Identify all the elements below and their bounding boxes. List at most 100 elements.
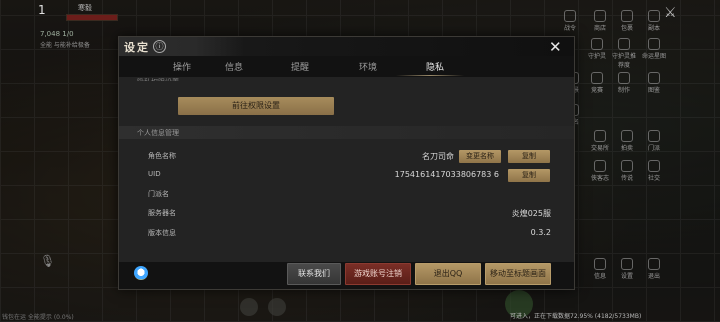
copy-name-button[interactable]: 复制 xyxy=(508,150,550,163)
section-title-permissions: 隐私权限设置 xyxy=(137,77,179,81)
hud-menu-label: 命运星图 xyxy=(641,53,666,60)
hud-menu-item[interactable]: 命运星图 xyxy=(641,38,667,60)
hud-menu-label: 门派 xyxy=(647,145,660,152)
section-band xyxy=(119,126,574,139)
menu-icon xyxy=(621,130,633,142)
settings-tabs: 操作 信息 提醒 环境 隐私 xyxy=(119,58,574,76)
move-to-title-screen-button[interactable]: 移动至标题画面 xyxy=(485,263,551,285)
hud-menu-item[interactable]: 设置 xyxy=(614,258,640,280)
close-button[interactable]: ✕ xyxy=(549,38,562,56)
hud-menu-label: 传说 xyxy=(620,175,633,182)
player-tag: 全能 与能补给极备 xyxy=(40,42,90,49)
hud-menu-item[interactable]: 副本 xyxy=(641,10,667,32)
tab-info[interactable]: 信息 xyxy=(225,60,243,73)
skill-slot-icon[interactable] xyxy=(268,298,286,316)
hud-menu-label: 设置 xyxy=(620,273,633,280)
hud-menu-item[interactable]: 图鉴 xyxy=(641,72,667,94)
role-name-value: 名刀司命 xyxy=(422,152,454,161)
hud-menu-label: 交易所 xyxy=(590,145,609,152)
dialog-header: 设定 ⓘ ✕ xyxy=(119,37,574,56)
settings-dialog: 设定 ⓘ ✕ 操作 信息 提醒 环境 隐私 隐私权限设置 前往权限设置 个人信息… xyxy=(118,36,575,290)
menu-icon xyxy=(648,160,660,172)
hud-menu-item[interactable]: 侠客志 xyxy=(587,160,613,182)
menu-icon xyxy=(591,72,603,84)
player-level: 1 xyxy=(38,3,46,17)
tab-environment[interactable]: 环境 xyxy=(359,60,377,73)
server-name-label: 服务器名 xyxy=(148,209,176,217)
menu-icon xyxy=(621,258,633,270)
uid-label: UID xyxy=(148,170,161,178)
player-stats: 7,048 1/0 xyxy=(40,30,74,38)
menu-icon xyxy=(648,72,660,84)
version-value: 0.3.2 xyxy=(530,228,551,237)
hud-menu-item[interactable]: 商店 xyxy=(587,10,613,32)
hud-menu-label: 守护灵 xyxy=(587,53,606,60)
hud-menu-item[interactable]: 包裹 xyxy=(614,10,640,32)
hud-menu-label: 守护灵推荐度 xyxy=(611,53,636,69)
section-title-personal-info: 个人信息管理 xyxy=(137,129,179,137)
menu-icon xyxy=(621,10,633,22)
hud-menu-label: 图鉴 xyxy=(647,87,660,94)
hud-menu-item[interactable]: 战令 xyxy=(557,10,583,32)
bottom-left-status: 钱包在运 全能提示 (0.0%) xyxy=(2,314,74,321)
menu-icon xyxy=(648,130,660,142)
qq-logo-icon xyxy=(134,266,148,280)
title-banner: 设定 ⓘ xyxy=(119,37,245,56)
dialog-footer: 联系我们 游戏账号注销 退出QQ 移动至标题画面 xyxy=(119,262,574,289)
copy-uid-button[interactable]: 复制 xyxy=(508,169,550,182)
hud-menu-label: 信息 xyxy=(593,273,606,280)
dialog-title: 设定 xyxy=(124,41,150,54)
hud-menu-label: 社交 xyxy=(647,175,660,182)
menu-icon xyxy=(591,38,603,50)
player-health-bar xyxy=(66,14,118,21)
menu-icon xyxy=(648,258,660,270)
download-status: 可进入，正在下载数据72.95% (4182/5733MB) xyxy=(510,313,642,320)
hud-menu-item[interactable]: 制作 xyxy=(611,72,637,94)
menu-icon xyxy=(564,10,576,22)
server-name-value: 炎煌025服 xyxy=(511,209,551,218)
hud-menu-item[interactable]: 退出 xyxy=(641,258,667,280)
microphone-icon[interactable]: 🎙 xyxy=(40,254,55,268)
hud-menu-label: 包裹 xyxy=(620,25,633,32)
hud-menu-item[interactable]: 传说 xyxy=(614,160,640,182)
menu-icon xyxy=(594,130,606,142)
uid-value: 1754161417033806783 6 xyxy=(394,170,499,179)
player-name: 寒毅 xyxy=(78,4,92,12)
hud-menu-item[interactable]: 交易所 xyxy=(587,130,613,152)
hud-menu-item[interactable]: 信息 xyxy=(587,258,613,280)
hud-menu-label: 商店 xyxy=(593,25,606,32)
skill-slot-icon[interactable] xyxy=(240,298,258,316)
menu-icon xyxy=(648,10,660,22)
menu-icon xyxy=(621,160,633,172)
tab-operation[interactable]: 操作 xyxy=(173,60,191,73)
hud-menu-label: 拍卖 xyxy=(620,145,633,152)
hud-menu-label: 副本 xyxy=(647,25,660,32)
hud-menu-label: 竞赛 xyxy=(590,87,603,94)
guild-name-label: 门派名 xyxy=(148,190,169,198)
hud-menu-item[interactable]: 社交 xyxy=(641,160,667,182)
hud-menu-label: 侠客志 xyxy=(590,175,609,182)
tab-privacy[interactable]: 隐私 xyxy=(426,60,444,73)
menu-icon xyxy=(648,38,660,50)
hud-menu-item[interactable]: 守护灵推荐度 xyxy=(611,38,637,69)
hud-menu-item[interactable]: 竞赛 xyxy=(584,72,610,94)
version-label: 版本信息 xyxy=(148,229,176,237)
hud-menu-item[interactable]: 门派 xyxy=(641,130,667,152)
info-icon[interactable]: ⓘ xyxy=(153,40,166,53)
menu-icon xyxy=(594,10,606,22)
menu-icon xyxy=(594,160,606,172)
hud-menu-item[interactable]: 拍卖 xyxy=(614,130,640,152)
menu-icon xyxy=(618,38,630,50)
active-tab-underline xyxy=(396,75,464,76)
contact-us-button[interactable]: 联系我们 xyxy=(287,263,341,285)
go-to-permission-settings-button[interactable]: 前往权限设置 xyxy=(178,97,334,115)
role-name-label: 角色名称 xyxy=(148,152,176,160)
menu-icon xyxy=(594,258,606,270)
tab-reminder[interactable]: 提醒 xyxy=(291,60,309,73)
hud-menu-item[interactable]: 守护灵 xyxy=(584,38,610,60)
privacy-content: 隐私权限设置 前往权限设置 个人信息管理 角色名称 名刀司命 变更名称 复制 U… xyxy=(119,77,574,262)
change-name-button[interactable]: 变更名称 xyxy=(459,150,501,163)
deregister-account-button[interactable]: 游戏账号注销 xyxy=(345,263,411,285)
hud-menu-label: 制作 xyxy=(617,87,630,94)
logout-qq-button[interactable]: 退出QQ xyxy=(415,263,481,285)
